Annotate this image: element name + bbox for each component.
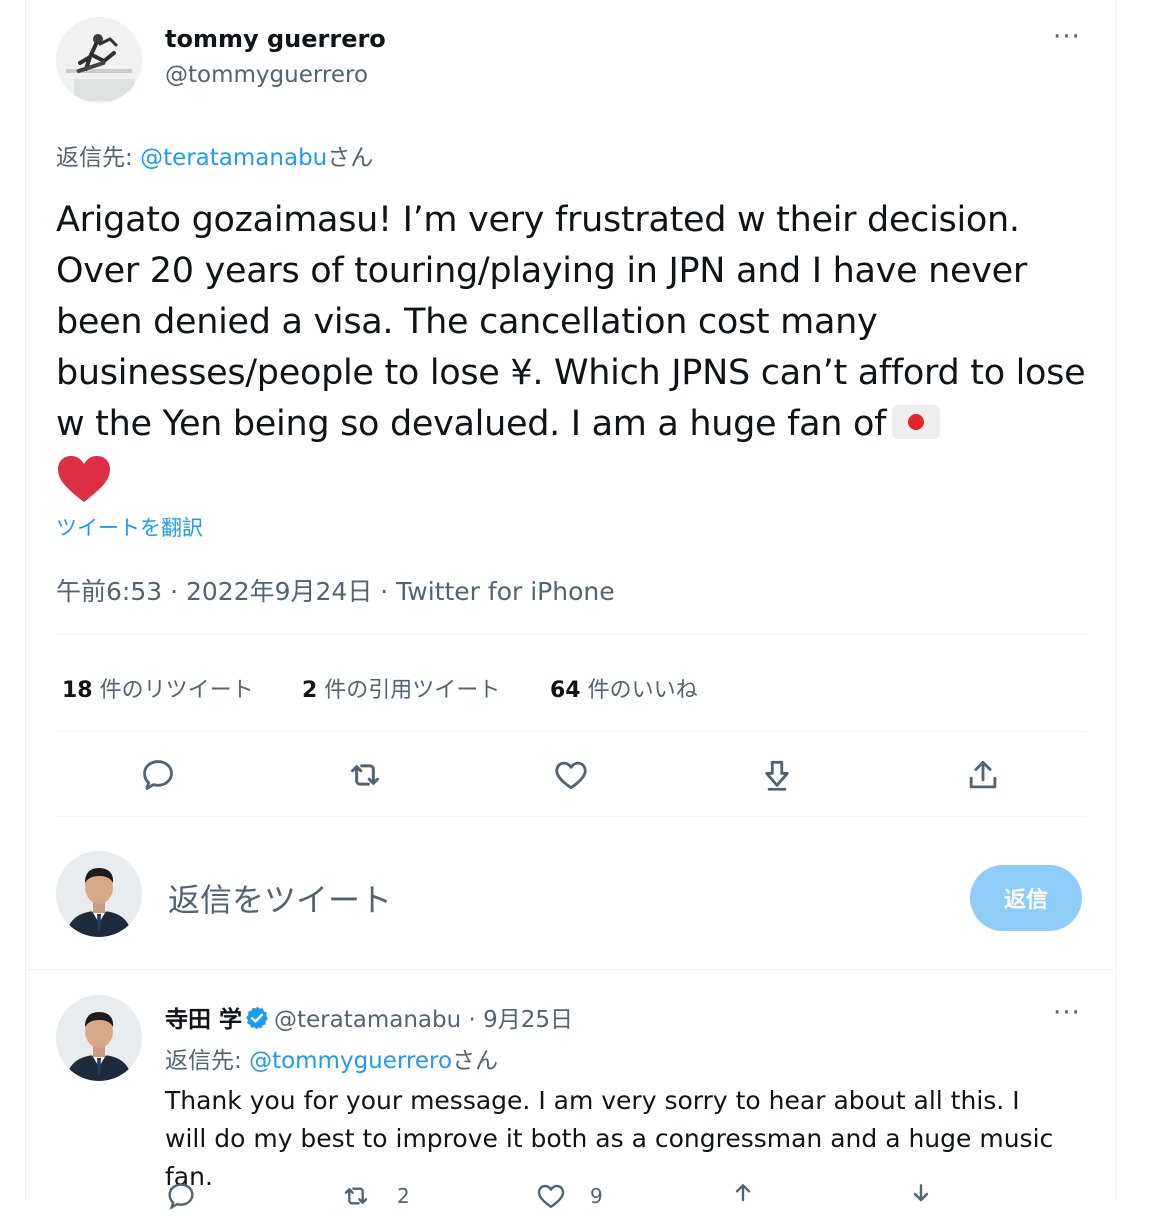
share-icon[interactable] [905, 1180, 937, 1216]
translate-tweet-link[interactable]: ツイートを翻訳 [56, 512, 203, 542]
user-avatar[interactable] [56, 851, 142, 937]
reply-prefix: 返信先: [165, 1048, 250, 1074]
reply-suffix: さん [327, 145, 374, 171]
quote-count: 2 [302, 678, 318, 703]
retweet-icon[interactable] [342, 752, 388, 798]
divider [56, 634, 1086, 635]
replying-to: 返信先: @teratamanabuさん [56, 138, 373, 172]
reply-to-link[interactable]: @tommyguerrero [249, 1048, 452, 1074]
divider [25, 969, 1115, 970]
retweet-icon[interactable] [340, 1180, 372, 1216]
reply-text: Thank you for your message. I am very so… [165, 1086, 1054, 1191]
retweet-count: 18 [62, 678, 93, 703]
like-stats[interactable]: 64 件のいいね [550, 672, 698, 704]
reply-to-link[interactable]: @teratamanabu [140, 145, 327, 171]
like-label: 件のいいね [580, 678, 698, 703]
bookmark-icon[interactable] [754, 752, 800, 798]
reply-like-count: 9 [590, 1184, 603, 1208]
person-photo-icon [56, 851, 142, 937]
reply-prefix: 返信先: [56, 145, 141, 171]
divider [56, 731, 1086, 732]
reply-button[interactable]: 返信 [970, 865, 1082, 931]
red-heart-icon [56, 454, 112, 519]
reply-author-handle[interactable]: @teratamanabu [274, 1007, 461, 1033]
reply-author-name[interactable]: 寺田 学 [165, 1007, 242, 1033]
like-icon[interactable] [535, 1180, 567, 1216]
reply-icon[interactable] [165, 1180, 197, 1216]
skater-photo-icon [56, 17, 142, 103]
author-handle[interactable]: @tommyguerrero [165, 62, 368, 88]
reply-retweet-count: 2 [397, 1184, 410, 1208]
reply-author-avatar[interactable] [56, 995, 142, 1081]
reply-icon[interactable] [135, 752, 181, 798]
reply-compose-input[interactable]: 返信をツイート [168, 875, 948, 921]
divider [56, 816, 1086, 817]
reply-action-bar: 2 9 [165, 1180, 1065, 1210]
verified-badge-icon [244, 1005, 270, 1037]
share-icon[interactable] [960, 752, 1006, 798]
tweet-body: Arigato gozaimasu! I’m very frustrated w… [56, 195, 1096, 519]
retweet-label: 件のリツイート [92, 678, 254, 703]
tommy-avatar[interactable] [56, 17, 142, 103]
like-count: 64 [550, 678, 581, 703]
reply-replying-to: 返信先: @tommyguerreroさん [165, 1041, 498, 1075]
reply-more-options-icon[interactable]: ··· [1053, 998, 1081, 1028]
japan-flag-icon [892, 405, 941, 439]
author-name[interactable]: tommy guerrero [165, 25, 386, 53]
quote-label: 件の引用ツイート [317, 678, 501, 703]
like-icon[interactable] [548, 752, 594, 798]
retweet-stats[interactable]: 18 件のリツイート [62, 672, 254, 704]
quote-stats[interactable]: 2 件の引用ツイート [302, 672, 500, 704]
reply-date[interactable]: · 9月25日 [461, 1007, 574, 1033]
more-options-icon[interactable]: ··· [1053, 22, 1081, 52]
tweet-timestamp[interactable]: 午前6:53 · 2022年9月24日 · Twitter for iPhone [56, 572, 615, 608]
person-photo-icon [56, 995, 142, 1081]
reply-suffix: さん [452, 1048, 499, 1074]
bookmark-icon[interactable] [727, 1180, 759, 1216]
reply-author-line: 寺田 学 @teratamanabu · 9月25日 [165, 1000, 573, 1037]
